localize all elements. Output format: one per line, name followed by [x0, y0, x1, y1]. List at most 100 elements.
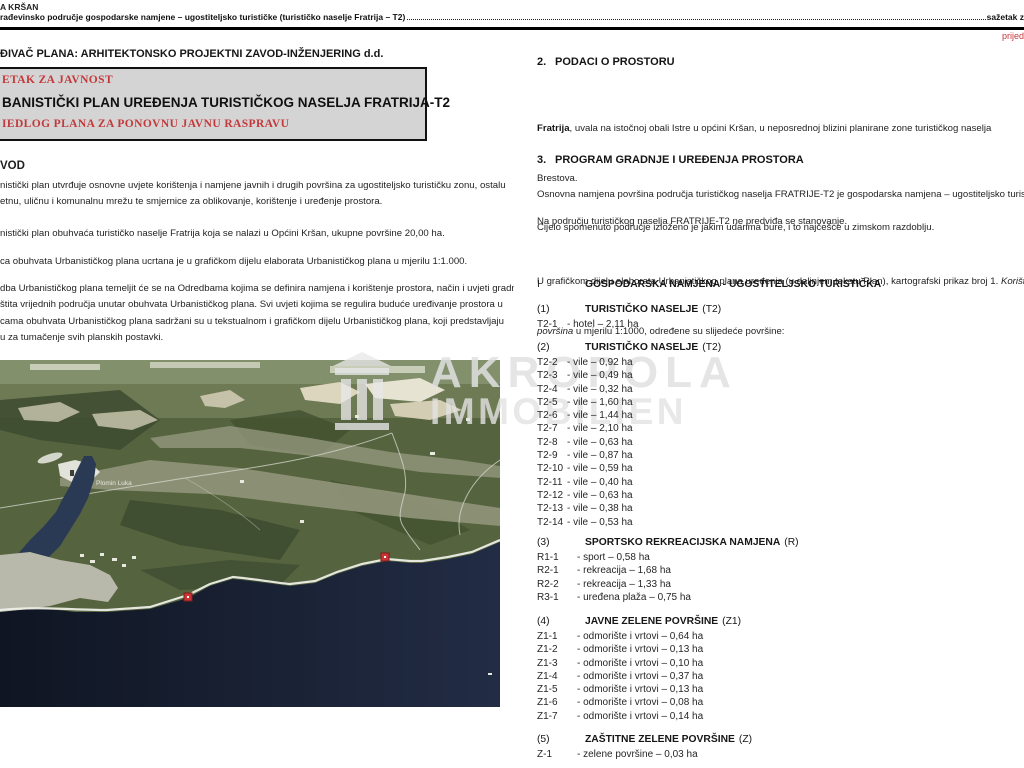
list-item: T2-1- hotel – 2,11 ha — [537, 318, 639, 331]
area-code: T2-3 — [537, 369, 567, 382]
list-item: T2-3- vile – 0,49 ha — [537, 369, 633, 382]
list-item: R2-1- rekreacija – 1,68 ha — [537, 564, 691, 577]
area-desc: - vile – 0,63 ha — [567, 436, 633, 449]
title-box-subtitle-top: ETAK ZA JAVNOST — [2, 74, 425, 87]
area-desc: - odmorište i vrtovi – 0,14 ha — [577, 710, 703, 723]
area-desc: - vile – 0,53 ha — [567, 516, 633, 529]
area-desc: - vile – 0,92 ha — [567, 356, 633, 369]
text: Brestova. — [537, 171, 991, 188]
list-item: T2-12- vile – 0,63 ha — [537, 489, 633, 502]
list-item: Z1-3- odmorište i vrtovi – 0,10 ha — [537, 657, 703, 670]
area-code: Z1-1 — [537, 630, 577, 643]
area-desc: - odmorište i vrtovi – 0,10 ha — [577, 657, 703, 670]
area-code: T2-13 — [537, 502, 567, 515]
area-code: T2-9 — [537, 449, 567, 462]
area-desc: - vile – 0,40 ha — [567, 476, 633, 489]
area-desc: - odmorište i vrtovi – 0,13 ha — [577, 683, 703, 696]
list-item: T2-8- vile – 0,63 ha — [537, 436, 633, 449]
group-title: TURISTIČKO NASELJE — [585, 304, 698, 315]
area-desc: - vile – 2,10 ha — [567, 422, 633, 435]
area-desc: - vile – 0,87 ha — [567, 449, 633, 462]
area-desc: - odmorište i vrtovi – 0,13 ha — [577, 643, 703, 656]
list-item: T2-5- vile – 1,60 ha — [537, 396, 633, 409]
area-desc: - rekreacija – 1,68 ha — [577, 564, 671, 577]
area-code: R3-1 — [537, 591, 577, 604]
area-code: Z1-4 — [537, 670, 577, 683]
paragraph: nistički plan obuhvaća turističko naselj… — [0, 226, 445, 242]
group-title: SPORTSKO REKREACIJSKA NAMJENA — [585, 537, 780, 548]
area-list-1: T2-1- hotel – 2,11 ha — [537, 318, 639, 331]
text: , uvala na istočnoj obali Istre u općini… — [570, 123, 992, 134]
right-column: 2. PODACI O PROSTORU Fratrija, uvala na … — [537, 0, 1024, 768]
section-title: PODACI O PROSTORU — [555, 56, 675, 68]
italic-text: Korišten — [1001, 276, 1024, 287]
group-suffix: (T2) — [702, 304, 721, 315]
list-item: Z1-4- odmorište i vrtovi – 0,37 ha — [537, 670, 703, 683]
area-list-5: Z-1- zelene površine – 0,03 ha — [537, 748, 698, 761]
group-heading-4: (4) JAVNE ZELENE POVRŠINE (Z1) — [537, 616, 741, 627]
area-desc: - hotel – 2,11 ha — [567, 318, 639, 331]
section-number: 2. — [537, 56, 555, 68]
area-desc: - vile – 0,63 ha — [567, 489, 633, 502]
area-code: T2-11 — [537, 476, 567, 489]
list-item: T2-14- vile – 0,53 ha — [537, 516, 633, 529]
group-number: (3) — [537, 537, 585, 548]
area-desc: - vile – 0,38 ha — [567, 502, 633, 515]
paragraph: ca obuhvata Urbanističkog plana ucrtana … — [0, 254, 467, 270]
group-number: (5) — [537, 734, 585, 745]
boat-speck — [488, 673, 492, 675]
area-code: Z-1 — [537, 748, 577, 761]
area-code: T2-1 — [537, 318, 567, 331]
area-desc: - sport – 0,58 ha — [577, 551, 650, 564]
area-code: Z1-5 — [537, 683, 577, 696]
area-desc: - odmorište i vrtovi – 0,64 ha — [577, 630, 703, 643]
list-item: T2-9- vile – 0,87 ha — [537, 449, 633, 462]
area-code: Z1-3 — [537, 657, 577, 670]
list-item: R1-1- sport – 0,58 ha — [537, 551, 691, 564]
area-code: T2-10 — [537, 462, 567, 475]
area-code: T2-12 — [537, 489, 567, 502]
area-code: R1-1 — [537, 551, 577, 564]
paragraph: Osnovna namjena površina područja turist… — [537, 187, 1024, 204]
area-code: T2-6 — [537, 409, 567, 422]
list-item: Z1-6- odmorište i vrtovi – 0,08 ha — [537, 696, 703, 709]
paragraph: Na području turističkog naselja FRATRIJE… — [537, 214, 847, 231]
map-place-label: Plomin Luka — [96, 480, 132, 487]
area-desc: - vile – 0,59 ha — [567, 462, 633, 475]
group-title: GOSPODARSKA NAMJENA - UGOSTITELJSKO TURI… — [585, 279, 881, 290]
list-item: T2-2- vile – 0,92 ha — [537, 356, 633, 369]
list-item: Z1-5- odmorište i vrtovi – 0,13 ha — [537, 683, 703, 696]
bold-lead: Fratrija — [537, 123, 570, 134]
area-list-2: T2-2- vile – 0,92 haT2-3- vile – 0,49 ha… — [537, 356, 633, 529]
list-item: Z-1- zelene površine – 0,03 ha — [537, 748, 698, 761]
section-heading-uvod: VOD — [0, 160, 25, 172]
area-code: T2-14 — [537, 516, 567, 529]
group-heading-3: (3) SPORTSKO REKREACIJSKA NAMJENA (R) — [537, 537, 799, 548]
map-marker-2 — [381, 553, 389, 561]
list-item: Z1-7- odmorište i vrtovi – 0,14 ha — [537, 710, 703, 723]
group-suffix: (R) — [784, 537, 798, 548]
area-desc: - vile – 1,60 ha — [567, 396, 633, 409]
list-item: T2-11- vile – 0,40 ha — [537, 476, 633, 489]
list-item: Z1-1- odmorište i vrtovi – 0,64 ha — [537, 630, 703, 643]
list-item: T2-4- vile – 0,32 ha — [537, 383, 633, 396]
group-title: ZAŠTITNE ZELENE POVRŠINE — [585, 734, 735, 745]
area-code: Z1-6 — [537, 696, 577, 709]
group-suffix: (Z) — [739, 734, 752, 745]
area-code: Z1-2 — [537, 643, 577, 656]
section-title: PROGRAM GRADNJE I UREĐENJA PROSTORA — [555, 154, 804, 166]
group-number: (4) — [537, 616, 585, 627]
group-number: (1) — [537, 304, 585, 315]
paragraph: nistički plan utvrđuje osnovne uvjete ko… — [0, 178, 506, 211]
title-box-subtitle-bottom: IEDLOG PLANA ZA PONOVNU JAVNU RASPRAVU — [2, 118, 425, 131]
area-code: T2-4 — [537, 383, 567, 396]
section-heading-program: 3. PROGRAM GRADNJE I UREĐENJA PROSTORA — [537, 154, 804, 166]
section-number: 3. — [537, 154, 555, 166]
page-title: BANISTIČKI PLAN UREĐENJA TURISTIČKOG NAS… — [2, 95, 425, 111]
plan-author-line: ĐIVAČ PLANA: ARHITEKTONSKO PROJEKTNI ZAV… — [0, 48, 383, 60]
area-desc: - uređena plaža – 0,75 ha — [577, 591, 691, 604]
group-number: I — [537, 279, 585, 290]
group-title: JAVNE ZELENE POVRŠINE — [585, 616, 718, 627]
group-heading-1: (1) TURISTIČKO NASELJE (T2) — [537, 304, 721, 315]
group-title: TURISTIČKO NASELJE — [585, 342, 698, 353]
